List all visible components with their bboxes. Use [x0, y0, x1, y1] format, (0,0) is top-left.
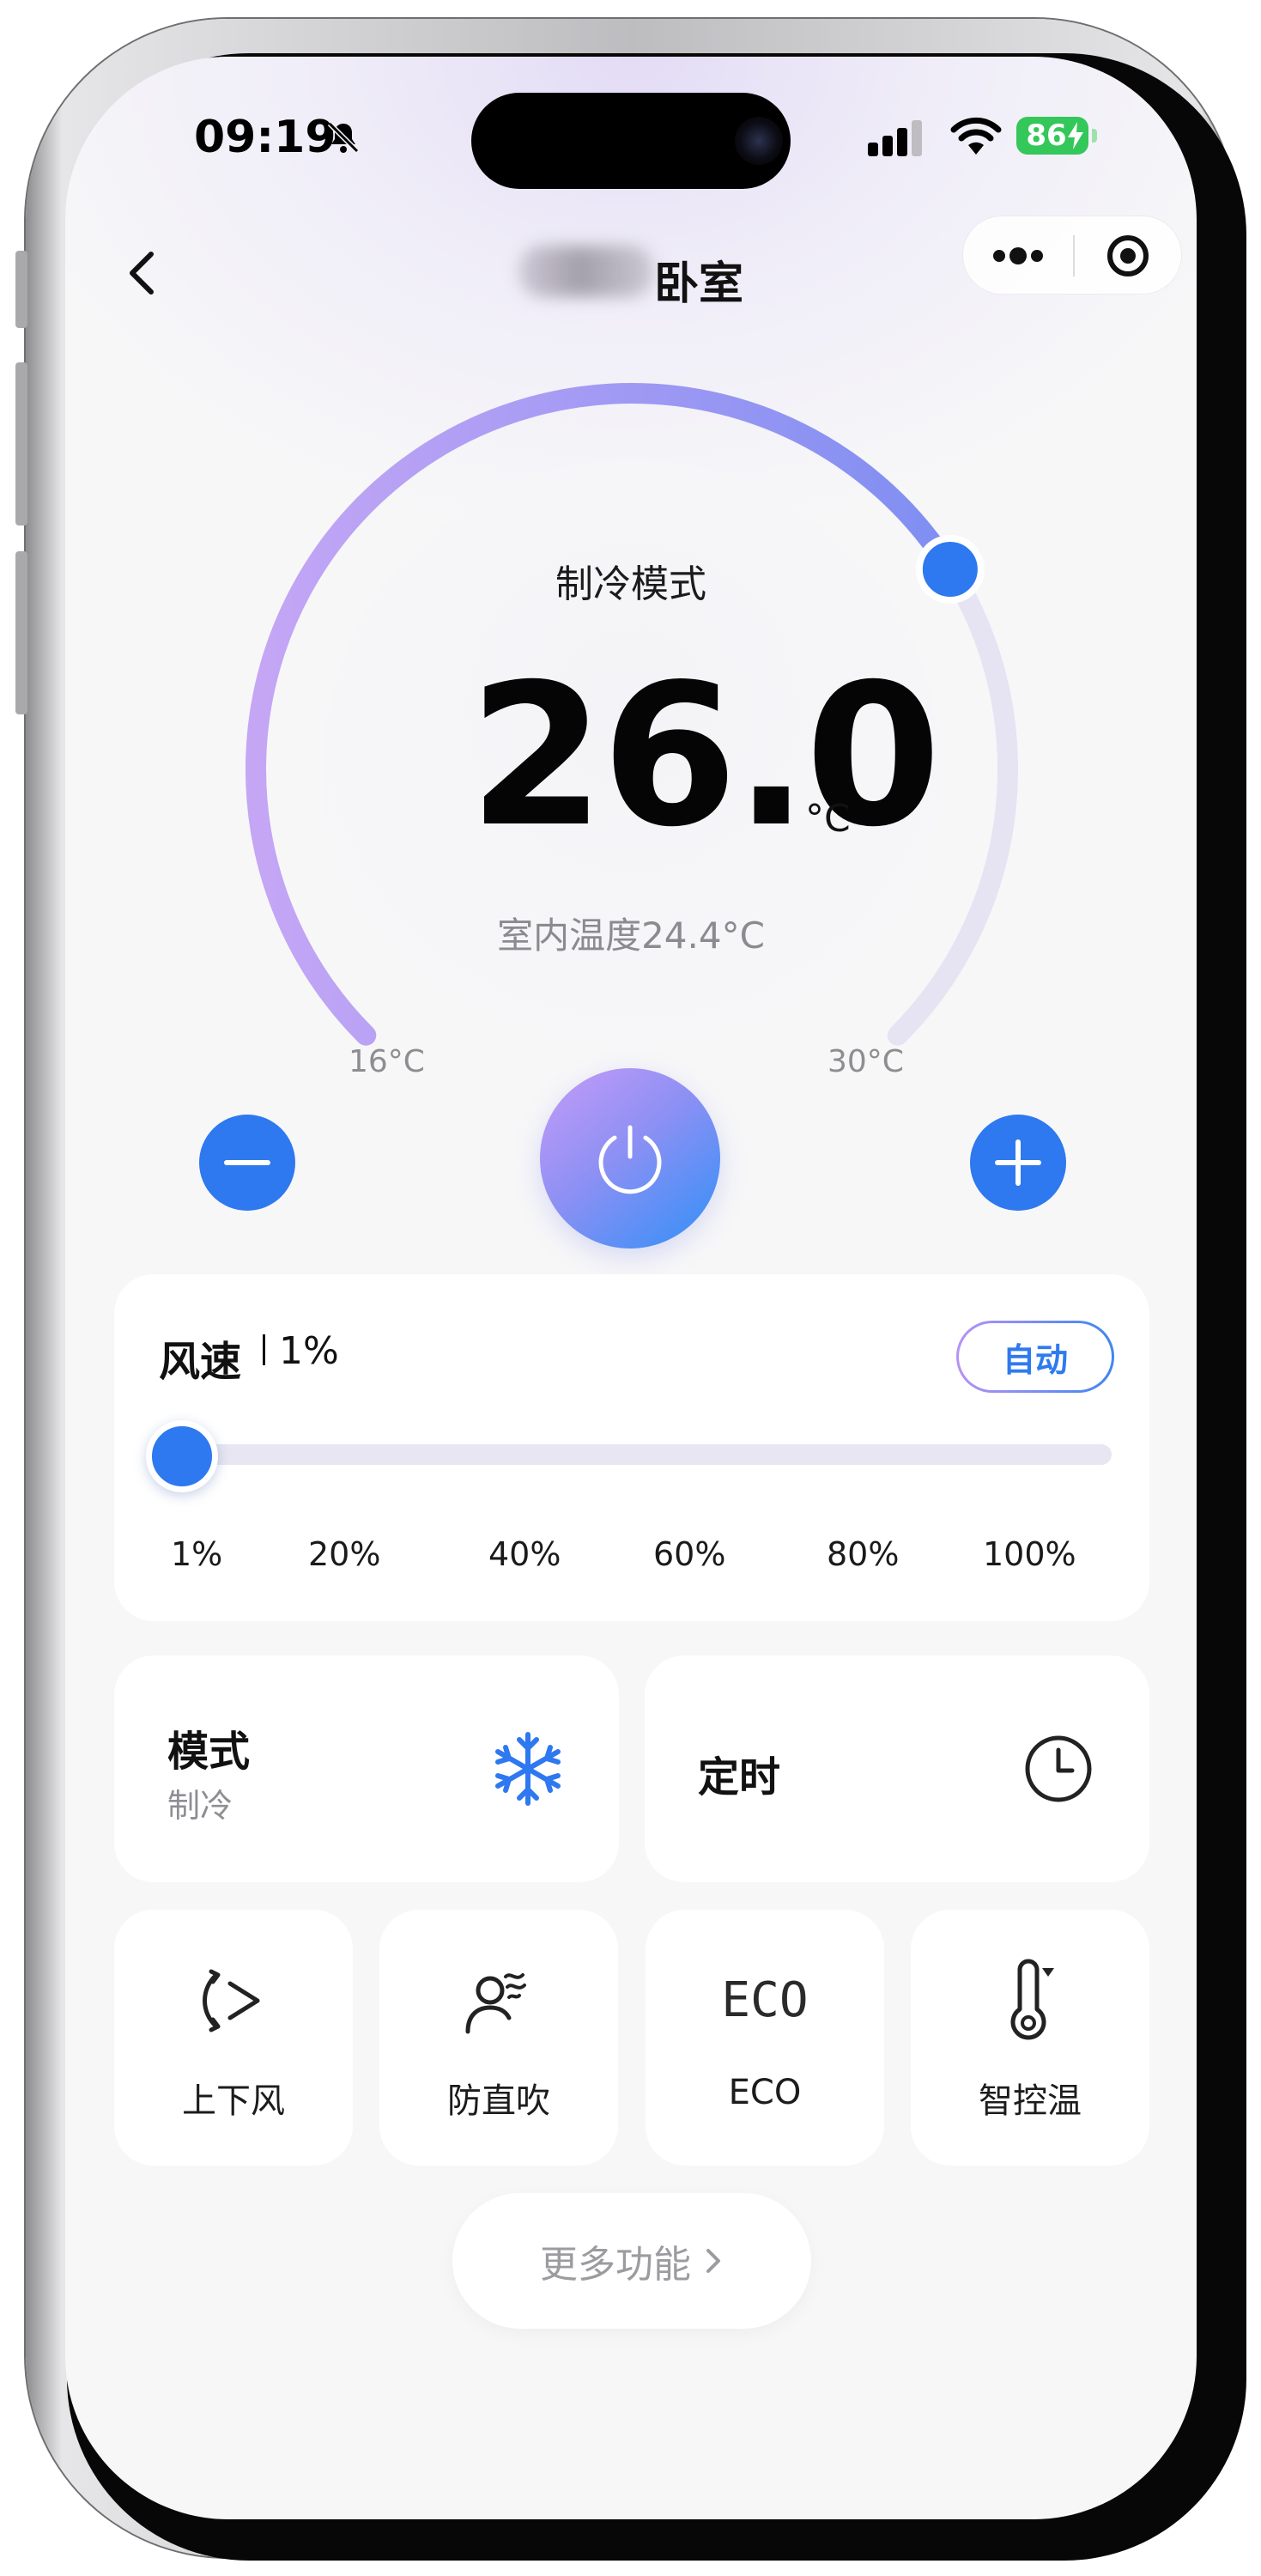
- target-icon: [1107, 235, 1149, 276]
- status-time: 09:19: [194, 112, 336, 163]
- swing-vertical-icon: [114, 1958, 353, 2044]
- bell-muted-icon: [324, 118, 362, 160]
- feature-eco[interactable]: ECO ECO: [646, 1910, 884, 2166]
- wind-tick[interactable]: 20%: [308, 1535, 380, 1573]
- wind-tick[interactable]: 1%: [171, 1535, 222, 1573]
- timer-card-title: 定时: [698, 1753, 781, 1801]
- cellular-signal-icon: [868, 118, 925, 160]
- feature-label: 防直吹: [447, 2081, 550, 2121]
- battery-indicator: 86: [1016, 117, 1088, 155]
- power-button[interactable]: [540, 1068, 720, 1249]
- battery-level: 86: [1026, 118, 1067, 153]
- capsule-divider: [1073, 235, 1075, 276]
- battery-cap: [1092, 129, 1097, 143]
- wind-tick[interactable]: 100%: [983, 1535, 1076, 1573]
- app-screen: 09:19 86 卧室 制冷模式 26.0 °C 室内温度24.4°C 16°C…: [65, 57, 1197, 2519]
- set-temperature: 26.0: [469, 641, 942, 870]
- timer-card[interactable]: 定时: [645, 1656, 1149, 1882]
- silent-switch: [15, 251, 27, 328]
- wind-tick[interactable]: 60%: [653, 1535, 725, 1573]
- temperature-unit: °C: [805, 797, 851, 841]
- feature-smart-temp[interactable]: 智控温: [911, 1910, 1149, 2166]
- eco-icon: ECO: [646, 1958, 884, 2044]
- wifi-icon: [949, 115, 1003, 160]
- close-miniapp-button[interactable]: [1104, 232, 1152, 280]
- mode-label: 制冷模式: [555, 562, 706, 606]
- feature-label: ECO: [728, 2073, 802, 2112]
- minus-icon: [224, 1160, 270, 1165]
- feature-anti-direct-blow[interactable]: 防直吹: [379, 1910, 618, 2166]
- wind-tick[interactable]: 80%: [827, 1535, 899, 1573]
- page-title: 卧室: [654, 258, 744, 310]
- mode-card-title: 模式: [167, 1728, 251, 1776]
- miniapp-capsule: [962, 216, 1182, 295]
- wind-speed-title: 风速: [159, 1338, 242, 1386]
- mode-card[interactable]: 模式 制冷: [114, 1656, 619, 1882]
- volume-down-button: [15, 551, 27, 714]
- wind-speed-value: 1%: [279, 1329, 339, 1373]
- increase-temperature-button[interactable]: [970, 1115, 1066, 1211]
- wind-speed-track[interactable]: [161, 1444, 1112, 1465]
- wind-tick[interactable]: 40%: [488, 1535, 561, 1573]
- mode-card-subtitle: 制冷: [167, 1787, 233, 1825]
- eco-glyph: ECO: [721, 1972, 808, 2028]
- anti-direct-blow-icon: [379, 1958, 618, 2044]
- more-menu-button[interactable]: [987, 232, 1049, 280]
- feature-label: 智控温: [979, 2081, 1082, 2121]
- indoor-temperature: 室内温度24.4°C: [497, 914, 765, 957]
- volume-up-button: [15, 362, 27, 526]
- obscured-title-prefix: [518, 246, 654, 297]
- min-temperature-label: 16°C: [349, 1044, 425, 1079]
- decrease-temperature-button[interactable]: [199, 1115, 295, 1211]
- chevron-left-icon: [130, 252, 154, 295]
- clock-icon: [1017, 1728, 1100, 1814]
- plus-icon: [995, 1139, 1041, 1186]
- smart-thermometer-icon: [911, 1958, 1149, 2044]
- wind-auto-button[interactable]: 自动: [956, 1321, 1114, 1393]
- more-dots-icon: [993, 247, 1043, 264]
- wind-speed-knob[interactable]: [146, 1420, 219, 1492]
- wind-title-divider: [263, 1334, 265, 1365]
- snowflake-icon: [487, 1728, 569, 1814]
- feature-label: 上下风: [182, 2081, 285, 2121]
- feature-swing-vertical[interactable]: 上下风: [114, 1910, 353, 2166]
- chevron-right-icon: [706, 2249, 720, 2273]
- camera-lens: [735, 117, 783, 165]
- more-features-button[interactable]: 更多功能: [452, 2193, 811, 2329]
- back-button[interactable]: [118, 242, 167, 304]
- power-icon: [598, 1125, 662, 1194]
- battery-charging-icon: [1068, 122, 1083, 149]
- more-features-label: 更多功能: [540, 2243, 691, 2287]
- max-temperature-label: 30°C: [828, 1044, 904, 1079]
- wind-speed-card: 风速 1% 自动 1% 20% 40% 60% 80% 100%: [114, 1274, 1149, 1621]
